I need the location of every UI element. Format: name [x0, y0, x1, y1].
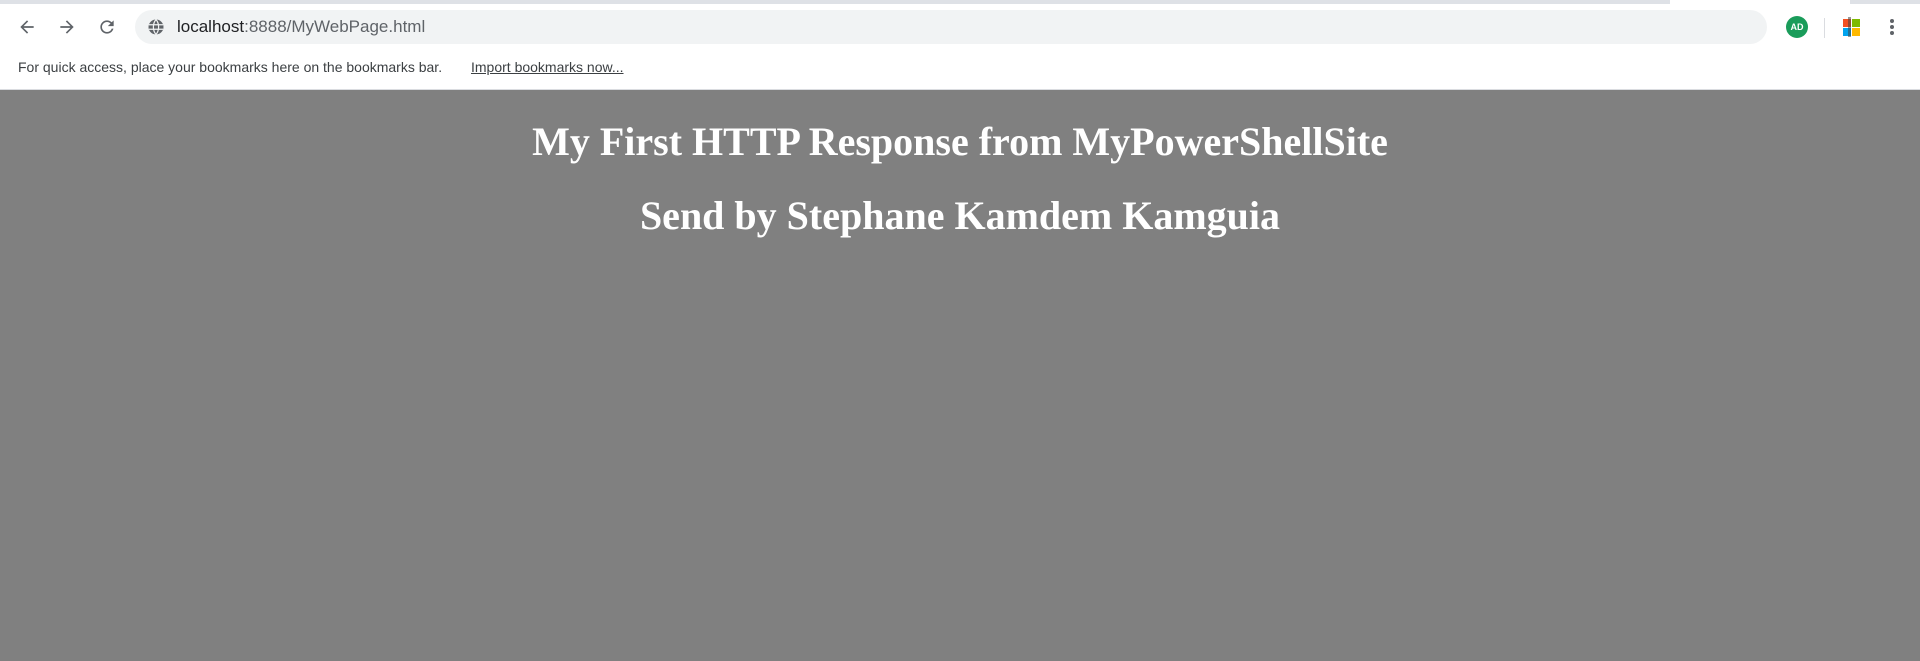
bookmarks-bar: For quick access, place your bookmarks h… — [0, 50, 1920, 90]
browser-toolbar: localhost:8888/MyWebPage.html AD — [0, 4, 1920, 50]
import-bookmarks-link[interactable]: Import bookmarks now... — [471, 50, 624, 84]
reload-button[interactable] — [92, 12, 122, 42]
url-path: :8888/MyWebPage.html — [244, 17, 426, 36]
address-bar[interactable]: localhost:8888/MyWebPage.html — [135, 10, 1767, 44]
page-heading-primary: My First HTTP Response from MyPowerShell… — [532, 119, 1388, 164]
kebab-menu-icon[interactable] — [1882, 16, 1902, 38]
arrow-right-icon — [60, 20, 74, 34]
office-extension-icon[interactable] — [1842, 17, 1862, 37]
arrow-left-icon — [20, 20, 34, 34]
bookmarks-hint: For quick access, place your bookmarks h… — [18, 59, 443, 75]
menu-dot — [1890, 31, 1894, 35]
menu-dot — [1890, 25, 1894, 29]
globe-icon[interactable] — [147, 18, 165, 36]
adblock-extension-label: AD — [1790, 22, 1804, 32]
menu-dot — [1890, 19, 1894, 23]
adblock-extension-icon[interactable]: AD — [1786, 16, 1808, 38]
toolbar-divider — [1824, 18, 1825, 38]
reload-icon — [100, 20, 114, 34]
page-heading-secondary: Send by Stephane Kamdem Kamguia — [639, 193, 1281, 238]
back-button[interactable] — [12, 12, 42, 42]
web-page-content: My First HTTP Response from MyPowerShell… — [0, 90, 1920, 661]
forward-button[interactable] — [52, 12, 82, 42]
browser-window: localhost:8888/MyWebPage.html AD For qui… — [0, 0, 1920, 661]
url-text[interactable]: localhost:8888/MyWebPage.html — [177, 10, 425, 44]
url-host: localhost — [177, 17, 245, 36]
